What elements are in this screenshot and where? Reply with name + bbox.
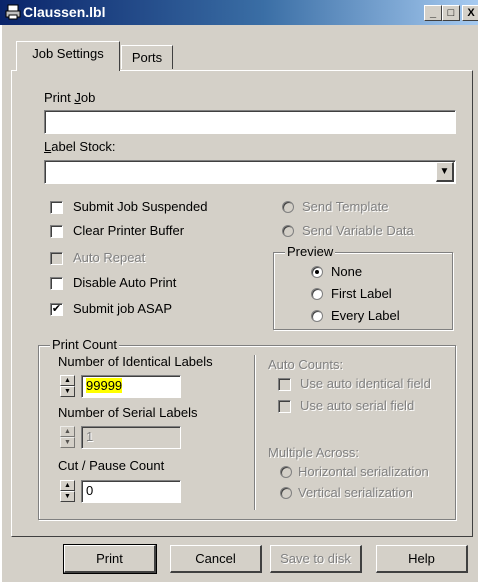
preview-every-radio[interactable] (311, 310, 323, 322)
print-job-label: Print Job (44, 90, 96, 105)
close-button[interactable]: X (462, 5, 478, 21)
auto-serial-label: Use auto serial field (300, 398, 415, 413)
multiple-across-title: Multiple Across: (268, 445, 360, 460)
spin-arrows-icon[interactable]: ▲ ▼ (60, 480, 75, 502)
label-stock-select[interactable] (44, 160, 456, 184)
help-button[interactable]: Help (376, 545, 468, 573)
label-stock-label: Label Stock: (44, 139, 116, 154)
send-template-radio[interactable] (282, 201, 294, 213)
serial-labels-label: Number of Serial Labels (58, 405, 198, 420)
cancel-button[interactable]: Cancel (170, 545, 262, 573)
printer-icon (5, 4, 21, 20)
identical-labels-input[interactable]: 99999 (81, 375, 181, 398)
submit-suspended-label[interactable]: Submit Job Suspended (73, 199, 207, 214)
auto-serial-checkbox[interactable] (278, 400, 291, 413)
print-button[interactable]: Print (63, 544, 157, 574)
maximize-button[interactable]: □ (442, 5, 460, 21)
identical-labels-label: Number of Identical Labels (58, 354, 213, 369)
submit-suspended-checkbox[interactable] (50, 201, 63, 214)
tab-job-settings[interactable]: Job Settings (16, 41, 120, 71)
preview-none-radio[interactable] (311, 266, 323, 278)
serial-labels-input[interactable]: 1 (81, 426, 181, 449)
vertical-label: Vertical serialization (298, 485, 413, 500)
horizontal-label: Horizontal serialization (298, 464, 429, 479)
send-template-label: Send Template (302, 199, 389, 214)
chevron-down-icon[interactable]: ▼ (436, 162, 454, 182)
preview-title: Preview (285, 244, 336, 259)
disable-auto-print-checkbox[interactable] (50, 277, 63, 290)
horizontal-radio[interactable] (280, 466, 292, 478)
submit-asap-checkbox[interactable]: ✔ (50, 303, 63, 316)
save-to-disk-button[interactable]: Save to disk (270, 545, 362, 573)
group-divider (254, 355, 255, 510)
print-job-input[interactable] (44, 110, 456, 134)
preview-first-label[interactable]: First Label (331, 286, 392, 301)
clear-buffer-checkbox[interactable] (50, 225, 63, 238)
print-count-title: Print Count (50, 337, 120, 352)
auto-repeat-label: Auto Repeat (73, 250, 146, 265)
spin-arrows-icon[interactable]: ▲ ▼ (60, 426, 75, 448)
tab-ports[interactable]: Ports (121, 45, 173, 69)
auto-identical-checkbox[interactable] (278, 378, 291, 391)
auto-identical-label: Use auto identical field (300, 376, 431, 391)
cut-pause-label: Cut / Pause Count (58, 458, 165, 473)
submit-asap-label[interactable]: Submit job ASAP (73, 301, 172, 316)
preview-none-label[interactable]: None (331, 264, 362, 279)
clear-buffer-label[interactable]: Clear Printer Buffer (73, 223, 184, 238)
send-variable-radio[interactable] (282, 225, 294, 237)
vertical-radio[interactable] (280, 487, 292, 499)
cut-pause-input[interactable]: 0 (81, 480, 181, 503)
auto-counts-title: Auto Counts: (268, 357, 344, 372)
preview-first-radio[interactable] (311, 288, 323, 300)
spin-arrows-icon[interactable]: ▲ ▼ (60, 375, 75, 397)
preview-every-label[interactable]: Every Label (331, 308, 400, 323)
window-title: Claussen.lbl (23, 4, 106, 20)
auto-repeat-checkbox[interactable] (50, 252, 63, 265)
identical-labels-value: 99999 (86, 378, 123, 393)
send-variable-label: Send Variable Data (302, 223, 414, 238)
disable-auto-print-label[interactable]: Disable Auto Print (73, 275, 176, 290)
minimize-button[interactable]: _ (424, 5, 442, 21)
